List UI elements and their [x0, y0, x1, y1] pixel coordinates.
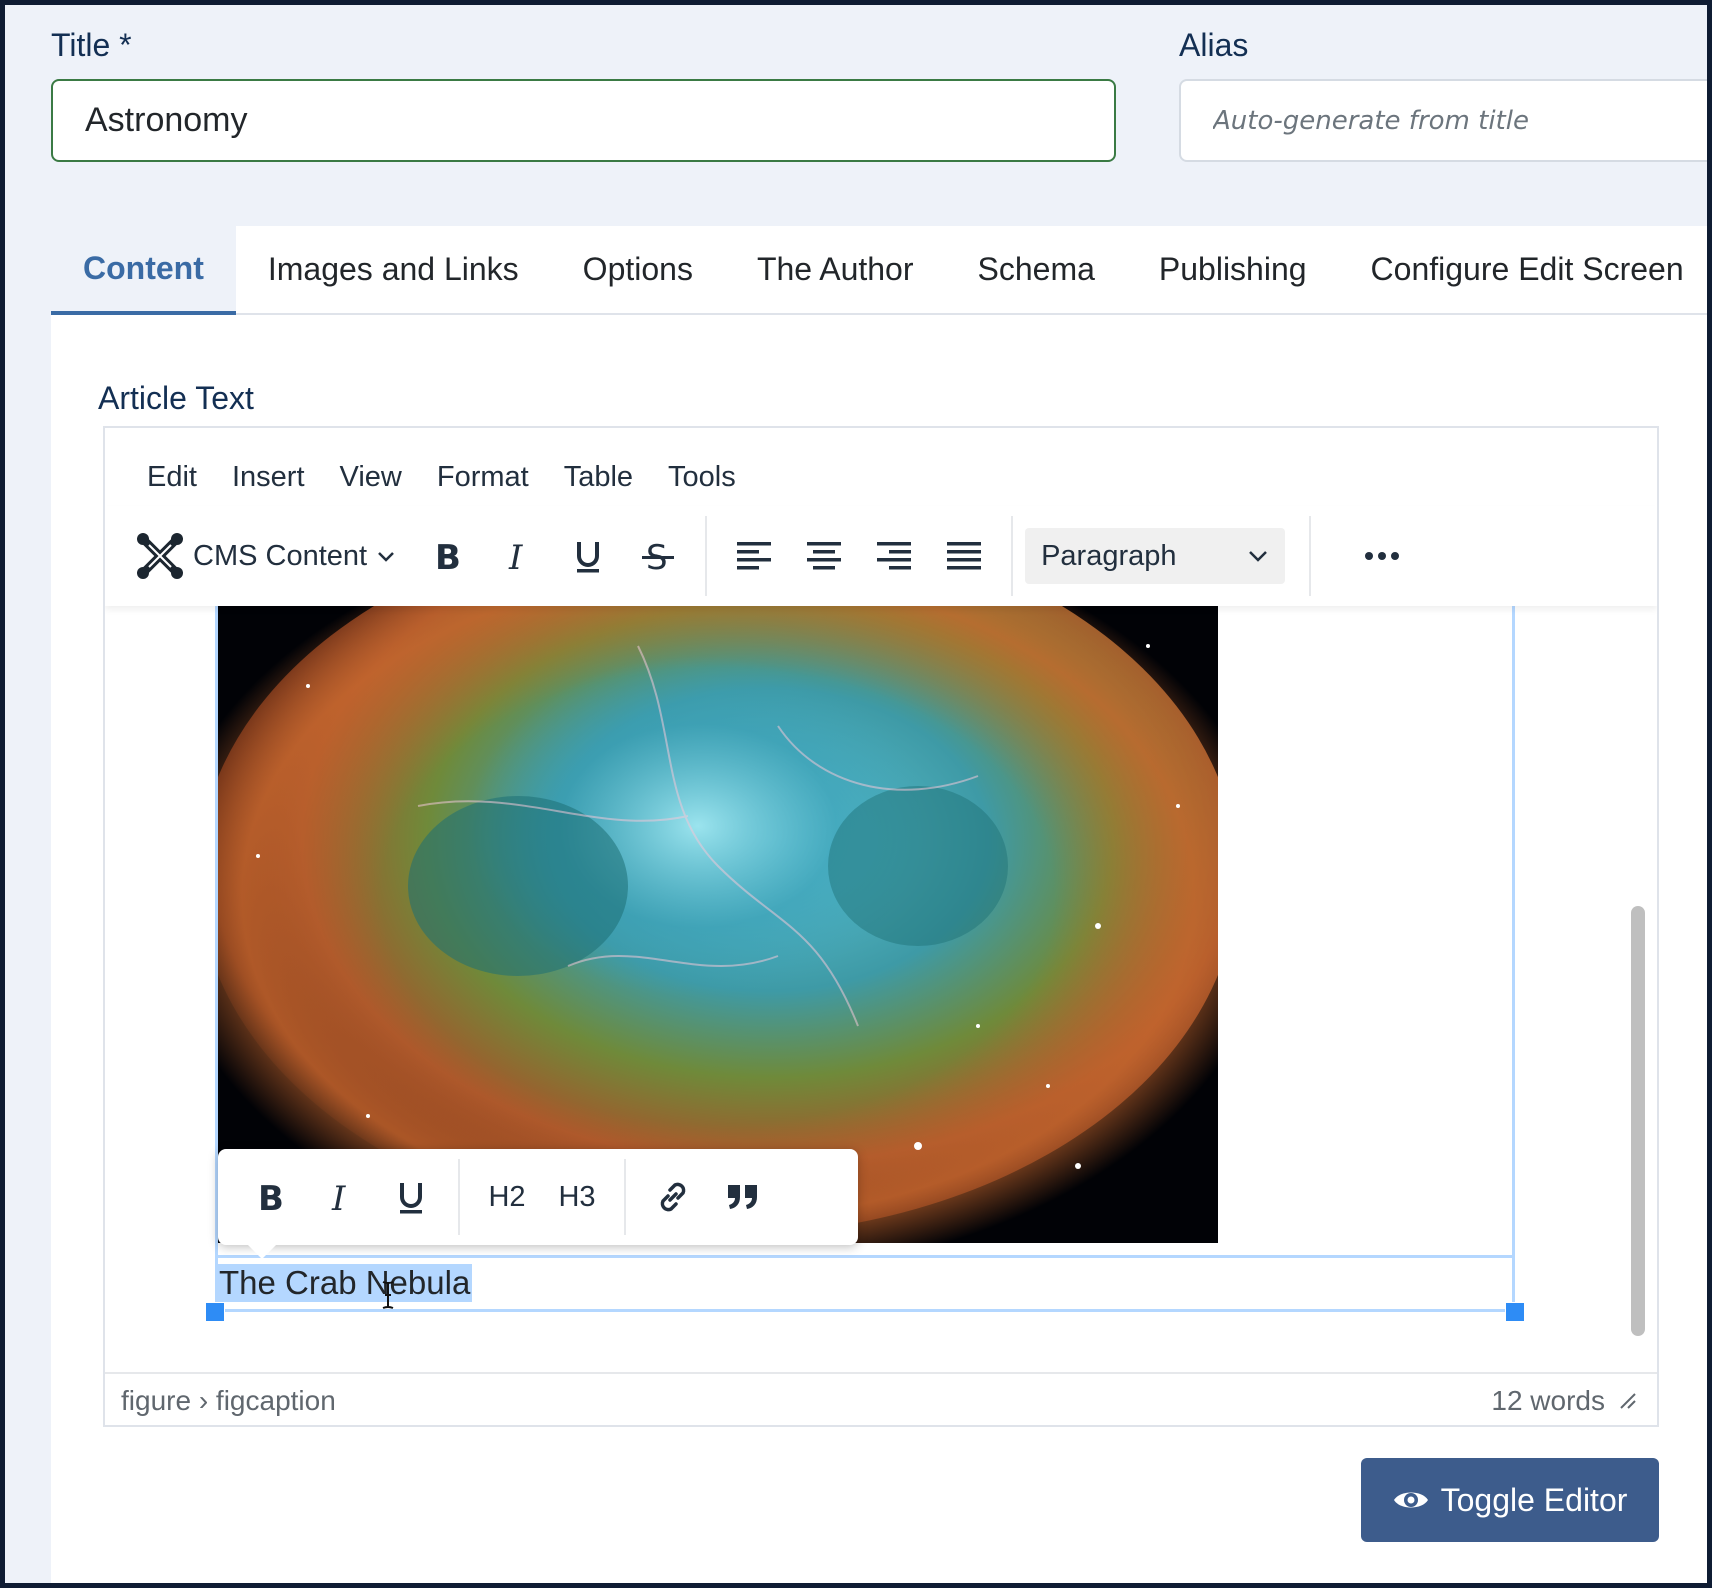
quickbar-blockquote-button[interactable]: [708, 1167, 778, 1227]
toolbar-separator: [1309, 516, 1312, 596]
editor-statusbar: figure › figcaption 12 words: [105, 1372, 1657, 1425]
alias-input[interactable]: [1179, 79, 1707, 162]
quickbar-separator: [624, 1159, 626, 1235]
align-right-button[interactable]: [859, 526, 929, 586]
toggle-editor-button[interactable]: Toggle Editor: [1361, 1458, 1659, 1542]
figure-caption[interactable]: The Crab Nebula: [217, 1264, 473, 1302]
bold-button[interactable]: B: [413, 526, 483, 586]
article-text-label: Article Text: [98, 380, 254, 416]
menu-view[interactable]: View: [322, 461, 419, 494]
nebula-picture: [218, 606, 1218, 1243]
editor-toolbar: CMS Content B I S: [105, 506, 1657, 606]
toolbar-separator: [1011, 516, 1014, 596]
toggle-editor-label: Toggle Editor: [1440, 1481, 1628, 1518]
bold-icon: B: [258, 1180, 284, 1214]
strikethrough-icon: S: [642, 539, 675, 573]
svg-text:B: B: [435, 539, 461, 573]
scrollbar-thumb[interactable]: [1631, 906, 1645, 1336]
more-button[interactable]: [1347, 526, 1417, 586]
eye-icon: [1393, 1492, 1428, 1508]
title-input[interactable]: Astronomy: [51, 79, 1116, 162]
word-count[interactable]: 12 words: [1491, 1385, 1605, 1417]
align-center-button[interactable]: [789, 526, 859, 586]
italic-icon: I: [331, 1180, 346, 1214]
tab-schema[interactable]: Schema: [946, 226, 1127, 313]
quickbar-bold-button[interactable]: B: [236, 1167, 306, 1227]
element-path[interactable]: figure › figcaption: [121, 1385, 336, 1417]
block-format-value: Paragraph: [1041, 539, 1177, 572]
resize-handle-bottom-right[interactable]: [1505, 1302, 1525, 1322]
underline-icon: [400, 1183, 422, 1214]
justify-button[interactable]: [929, 526, 999, 586]
joomla-logo-icon: [137, 533, 183, 579]
strikethrough-button[interactable]: S: [623, 526, 693, 586]
tab-images-and-links[interactable]: Images and Links: [236, 226, 551, 313]
quickbar-link-button[interactable]: [638, 1167, 708, 1227]
resize-grip-icon[interactable]: [1619, 1392, 1637, 1410]
selection-quickbar: B I H2 H3: [218, 1149, 858, 1259]
alias-label: Alias: [1179, 27, 1249, 63]
block-format-select[interactable]: Paragraph: [1025, 528, 1286, 584]
quote-icon: [728, 1185, 757, 1209]
svg-text:I: I: [331, 1180, 346, 1214]
menu-insert[interactable]: Insert: [214, 461, 322, 494]
menu-table[interactable]: Table: [546, 461, 650, 494]
quickbar-underline-button[interactable]: [376, 1167, 446, 1227]
underline-button[interactable]: [553, 526, 623, 586]
article-edit-page: Title * Astronomy Alias Content Images a…: [5, 5, 1707, 1583]
editor-content-area[interactable]: B I H2 H3 The Crab Nebula: [105, 606, 1657, 1370]
chevron-down-icon: [378, 552, 394, 562]
tab-the-author[interactable]: The Author: [725, 226, 946, 313]
tab-publishing[interactable]: Publishing: [1127, 226, 1339, 313]
cms-content-dropdown[interactable]: CMS Content: [135, 531, 413, 581]
tab-bar: Content Images and Links Options The Aut…: [51, 226, 1707, 315]
quickbar-separator: [458, 1159, 460, 1235]
crab-nebula-image[interactable]: [218, 606, 1218, 1243]
svg-text:I: I: [508, 539, 523, 573]
quickbar-h3-button[interactable]: H3: [542, 1167, 612, 1227]
tab-configure-edit-screen[interactable]: Configure Edit Screen: [1339, 226, 1707, 313]
menu-format[interactable]: Format: [419, 461, 546, 494]
title-value: Astronomy: [85, 101, 248, 139]
menu-edit[interactable]: Edit: [129, 461, 214, 494]
svg-text:B: B: [258, 1180, 284, 1214]
align-justify-icon: [947, 542, 982, 570]
underline-icon: [577, 542, 600, 573]
align-right-icon: [877, 542, 912, 570]
editor-menubar: Edit Insert View Format Table Tools: [105, 428, 1657, 494]
italic-icon: I: [508, 539, 523, 573]
title-label: Title *: [51, 27, 132, 63]
toolbar-separator: [705, 516, 708, 596]
align-left-button[interactable]: [719, 526, 789, 586]
quickbar-h2-button[interactable]: H2: [472, 1167, 542, 1227]
quickbar-italic-button[interactable]: I: [306, 1167, 376, 1227]
tab-content[interactable]: Content: [51, 226, 236, 315]
chevron-down-icon: [1249, 551, 1267, 562]
cms-content-label: CMS Content: [193, 539, 368, 572]
resize-handle-bottom-left[interactable]: [205, 1302, 225, 1322]
text-cursor-icon: [382, 1281, 394, 1309]
rich-text-editor: Edit Insert View Format Table Tools CMS …: [103, 426, 1659, 1427]
bold-icon: B: [435, 539, 461, 573]
align-center-icon: [807, 542, 842, 570]
italic-button[interactable]: I: [483, 526, 553, 586]
editor-scrollbar[interactable]: [1625, 606, 1651, 1370]
menu-tools[interactable]: Tools: [650, 461, 753, 494]
tab-options[interactable]: Options: [551, 226, 725, 313]
link-icon: [660, 1182, 686, 1212]
align-left-icon: [737, 542, 772, 570]
more-horizontal-icon: [1365, 552, 1400, 560]
